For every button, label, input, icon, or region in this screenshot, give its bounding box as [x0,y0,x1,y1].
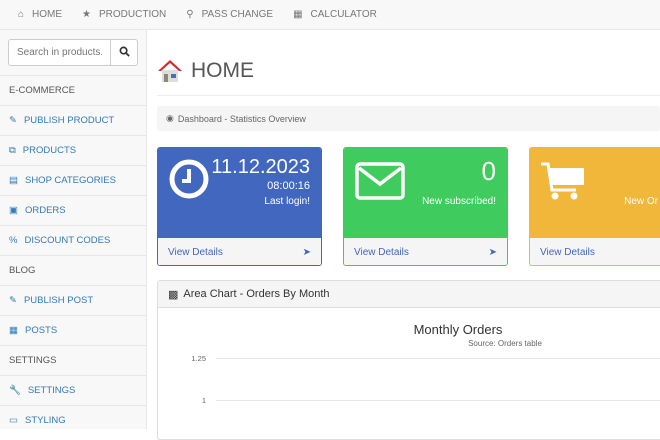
orders-card: New Or View Details [529,147,660,266]
gridline [216,358,660,359]
sidebar-item-shop-categories[interactable]: ▤ SHOP CATEGORIES [0,165,146,195]
sidebar-item-label: PUBLISH POST [23,295,94,306]
chart-subtitle: Source: Orders table [468,339,542,348]
last-login-card: 11.12.2023 08:00:16 Last login! View Det… [157,147,322,266]
house-icon [158,60,182,82]
bar-chart-icon: ▩ [168,288,179,301]
key-icon: ⚲ [186,9,194,20]
sidebar-item-label: DISCOUNT CODES [24,235,111,246]
sidebar-item-label: PRODUCTS [22,145,77,156]
area-chart-panel: ▩ Area Chart - Orders By Month Monthly Or… [157,280,660,440]
y-tick-label: 1 [201,396,206,405]
view-details-link[interactable]: View Details [530,238,660,265]
sidebar-item-label: BLOG [9,265,36,276]
page-title: HOME [191,59,254,82]
sidebar-item-publish-post[interactable]: ✎ PUBLISH POST [0,285,146,315]
search-input[interactable] [8,39,111,66]
sidebar-item-label: PUBLISH PRODUCT [23,115,115,126]
arrow-circle-right-icon: ➤ [488,247,497,258]
sidebar-item-products[interactable]: ⧉ PRODUCTS [0,135,146,165]
sidebar-item-label: ORDERS [24,205,66,216]
chart-title: Monthly Orders [413,322,503,337]
envelope-icon [355,162,405,200]
search-icon [119,46,130,57]
sidebar-item-label: SHOP CATEGORIES [24,175,116,186]
shopping-cart-icon [541,162,584,200]
money-icon: ▣ [9,205,18,216]
copy-icon: ⧉ [9,145,16,156]
nav-pass-change[interactable]: ⚲ PASS CHANGE [186,9,273,20]
star-icon: ★ [82,9,92,20]
sidebar-item-settings[interactable]: 🔧 SETTINGS [0,375,146,405]
sidebar-item-discount-codes[interactable]: % DISCOUNT CODES [0,225,146,255]
home-icon: ⌂ [18,9,25,20]
search-box [8,39,138,66]
sidebar-section-settings: SETTINGS [0,345,146,375]
sidebar-item-publish-product[interactable]: ✎ PUBLISH PRODUCT [0,105,146,135]
search-button[interactable] [111,39,138,66]
clock-icon [169,159,209,199]
nav-home[interactable]: ⌂ HOME [18,9,62,20]
sidebar-item-label: SETTINGS [27,385,76,396]
edit-icon: ✎ [9,295,17,306]
sidebar-item-orders[interactable]: ▣ ORDERS [0,195,146,225]
laptop-icon: ▭ [9,415,18,426]
view-details-link[interactable]: View Details ➤ [344,238,507,265]
sidebar-section-e-commerce: E-COMMERCE [0,75,146,105]
nav-calculator[interactable]: ▦ CALCULATOR [293,9,377,20]
grid-icon: ▦ [9,325,18,336]
breadcrumb: ◉ Dashboard - Statistics Overview [157,106,660,131]
sidebar-item-label: POSTS [24,325,58,336]
edit-icon: ✎ [9,115,17,126]
arrow-circle-right-icon: ➤ [302,247,311,258]
list-icon: ▤ [9,175,18,186]
sidebar-item-label: STYLING [24,415,66,426]
sidebar-item-posts[interactable]: ▦ POSTS [0,315,146,345]
gridline [216,400,660,401]
sidebar-item-label: E-COMMERCE [9,85,75,96]
view-details-link[interactable]: View Details ➤ [158,238,321,265]
wrench-icon: 🔧 [9,385,21,396]
dashboard-icon: ◉ [166,113,174,123]
percent-icon: % [9,235,18,246]
subscribers-card: 0 New subscribed! View Details ➤ [343,147,508,266]
top-nav: ⌂ HOME ★ PRODUCTION ⚲ PASS CHANGE ▦ CALCULAT… [0,0,660,30]
nav-production[interactable]: ★ PRODUCTION [82,9,166,20]
sidebar: E-COMMERCE ✎ PUBLISH PRODUCT ⧉ PRODUCTS ▤ SHOP… [0,30,147,429]
sidebar-section-blog: BLOG [0,255,146,285]
calculator-icon: ▦ [293,9,303,20]
main-content: HOME ◉ Dashboard - Statistics Overview 11… [157,30,660,440]
sidebar-item-styling[interactable]: ▭ STYLING [0,405,146,435]
y-tick-label: 1.25 [191,354,206,363]
sidebar-item-label: SETTINGS [9,355,57,366]
